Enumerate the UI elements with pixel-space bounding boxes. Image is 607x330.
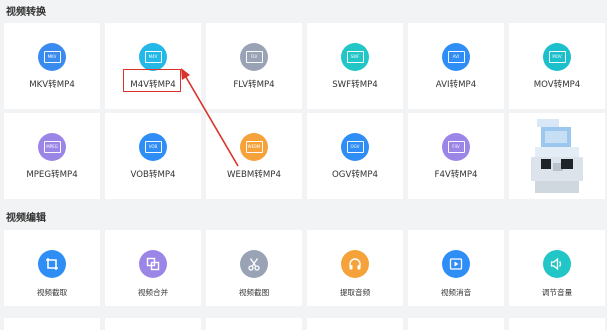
format-badge: MOV (548, 51, 566, 63)
tile-label: SWF转MP4 (332, 80, 378, 90)
conversion-tile-ogv[interactable]: OGV OGV转MP4 (307, 113, 403, 199)
format-icon: MPEG (38, 133, 66, 161)
volume-icon (543, 250, 571, 278)
format-icon: WEBM (240, 133, 268, 161)
format-badge: AVI (447, 51, 465, 63)
conversion-tile-avi[interactable]: AVI AVI转MP4 (408, 23, 504, 109)
editing-tile-2[interactable]: 视频截图 (206, 230, 302, 306)
format-badge: M4V (144, 51, 162, 63)
video-mute-icon (442, 250, 470, 278)
tile-partial (105, 318, 201, 330)
blurred-image (531, 119, 583, 193)
format-icon: MOV (543, 43, 571, 71)
tile-partial (206, 318, 302, 330)
format-icon: SWF (341, 43, 369, 71)
editing-tile-5[interactable]: 调节音量 (509, 230, 605, 306)
conversion-tile-mpeg[interactable]: MPEG MPEG转MP4 (4, 113, 100, 199)
editing-tile-4[interactable]: 视频消音 (408, 230, 504, 306)
tile-label: 视频截图 (238, 288, 270, 297)
blurred-image-tile (509, 113, 605, 199)
tile-label: WEBM转MP4 (227, 170, 281, 180)
crop-icon (38, 250, 66, 278)
tile-label: 视频截取 (36, 288, 68, 297)
editing-tile-1[interactable]: 视频合并 (105, 230, 201, 306)
section-title-editing: 视频编辑 (6, 213, 46, 224)
format-icon: OGV (341, 133, 369, 161)
tile-partial (307, 318, 403, 330)
tile-label: MPEG转MP4 (26, 170, 78, 180)
next-row-partial (4, 318, 607, 330)
format-badge: F4V (447, 141, 465, 153)
editing-tile-3[interactable]: 提取音频 (307, 230, 403, 306)
conversion-tile-swf[interactable]: SWF SWF转MP4 (307, 23, 403, 109)
conversion-tile-mov[interactable]: MOV MOV转MP4 (509, 23, 605, 109)
tile-label: VOB转MP4 (130, 170, 176, 180)
tile-partial (4, 318, 100, 330)
format-icon: FLV (240, 43, 268, 71)
tile-label: MKV转MP4 (29, 80, 75, 90)
format-badge: VOB (144, 141, 162, 153)
format-icon: AVI (442, 43, 470, 71)
conversion-grid: MKV MKV转MP4 M4V M4V转MP4 FLV FLV转MP4 SWF SWF转MP4… (4, 23, 607, 199)
tile-label: OGV转MP4 (332, 170, 378, 180)
format-badge: OGV (346, 141, 364, 153)
tile-partial (408, 318, 504, 330)
headphones-icon (341, 250, 369, 278)
editing-grid: 视频截取 视频合并 视频截图 提取音频 视频消音 调节音量 (4, 230, 607, 306)
format-badge: MPEG (43, 141, 61, 153)
tile-label: 提取音频 (339, 288, 371, 297)
format-badge: FLV (245, 51, 263, 63)
format-icon: M4V (139, 43, 167, 71)
tile-label: 调节音量 (541, 288, 573, 297)
conversion-tile-webm[interactable]: WEBM WEBM转MP4 (206, 113, 302, 199)
format-badge: SWF (346, 51, 364, 63)
format-icon: MKV (38, 43, 66, 71)
conversion-tile-f4v[interactable]: F4V F4V转MP4 (408, 113, 504, 199)
conversion-tile-m4v[interactable]: M4V M4V转MP4 (105, 23, 201, 109)
tile-label: MOV转MP4 (533, 80, 581, 90)
format-icon: F4V (442, 133, 470, 161)
tile-label: F4V转MP4 (434, 170, 478, 180)
tile-partial (509, 318, 605, 330)
merge-icon (139, 250, 167, 278)
highlight-box (123, 69, 181, 92)
conversion-tile-mkv[interactable]: MKV MKV转MP4 (4, 23, 100, 109)
tile-label: AVI转MP4 (435, 80, 477, 90)
format-icon: VOB (139, 133, 167, 161)
editing-tile-0[interactable]: 视频截取 (4, 230, 100, 306)
format-badge: WEBM (245, 141, 263, 153)
format-badge: MKV (43, 51, 61, 63)
tile-label: FLV转MP4 (233, 80, 275, 90)
section-title-conversion: 视频转换 (6, 7, 46, 18)
scissors-icon (240, 250, 268, 278)
conversion-tile-flv[interactable]: FLV FLV转MP4 (206, 23, 302, 109)
tile-label: 视频合并 (137, 288, 169, 297)
conversion-tile-vob[interactable]: VOB VOB转MP4 (105, 113, 201, 199)
tile-label: 视频消音 (440, 288, 472, 297)
